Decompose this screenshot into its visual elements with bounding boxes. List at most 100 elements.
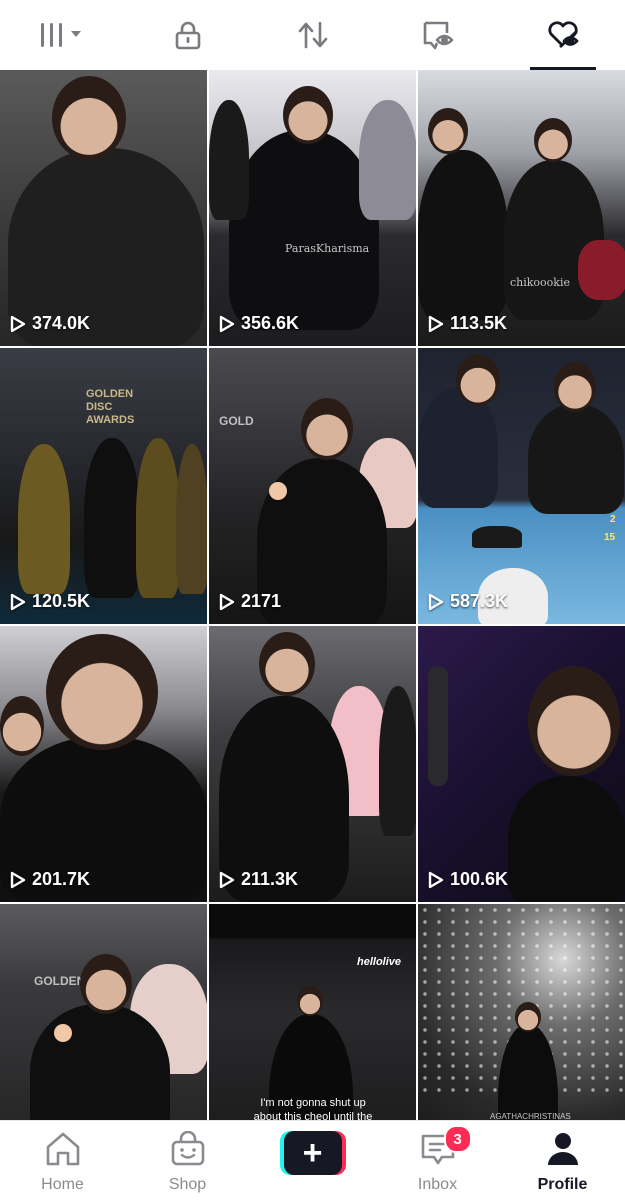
person-head (283, 86, 333, 144)
stage-sign: GOLDEN DISC AWARDS (86, 388, 135, 426)
play-icon (428, 315, 444, 332)
video-thumbnail[interactable]: AGATHACHRISTINAS (418, 904, 625, 1120)
play-icon (219, 315, 235, 332)
person-head (52, 76, 126, 160)
play-icon (219, 871, 235, 888)
person-silhouette (418, 150, 508, 320)
person-silhouette (176, 444, 207, 594)
create-button[interactable]: + (250, 1121, 375, 1201)
view-count: 2171 (219, 591, 281, 612)
person-head (0, 696, 44, 756)
view-count-text: 120.5K (32, 591, 91, 611)
video-thumbnail[interactable]: 2 15 587.3K (418, 348, 625, 624)
lightstick (269, 482, 287, 500)
video-thumbnail[interactable]: 211.3K (209, 626, 416, 902)
video-grid: 374.0K ParasKharisma 356.6K chikoookie 1… (0, 70, 625, 1120)
person-silhouette (379, 686, 416, 836)
person-head (456, 354, 500, 406)
video-thumbnail[interactable]: GOLDEN (0, 904, 207, 1120)
score-number: 2 (610, 514, 616, 525)
create-plus-icon: + (279, 1131, 346, 1175)
grid-icon (39, 21, 87, 49)
person-silhouette (84, 438, 140, 598)
tab-reposts[interactable] (250, 0, 375, 70)
video-thumbnail[interactable]: chikoookie 113.5K (418, 70, 625, 346)
person-head (80, 954, 132, 1014)
play-icon (10, 315, 26, 332)
view-count-text: 211.3K (241, 869, 299, 889)
person-silhouette (508, 776, 625, 902)
play-icon (428, 871, 444, 888)
tagged-eye-icon (421, 19, 455, 51)
watermark: chikoookie (510, 276, 570, 289)
hat (472, 526, 522, 548)
view-count-text: 201.7K (32, 869, 91, 889)
view-count-text: 587.3K (450, 591, 509, 611)
nav-home[interactable]: Home (0, 1121, 125, 1201)
stage-sign: GOLD (219, 414, 254, 428)
tab-videos[interactable] (0, 0, 125, 70)
view-count-text: 100.6K (450, 869, 509, 889)
nav-shop[interactable]: Shop (125, 1121, 250, 1201)
lock-icon (174, 20, 202, 50)
person-head (46, 634, 158, 750)
lightstick (54, 1024, 72, 1042)
person-head (528, 666, 620, 776)
video-thumbnail[interactable]: 100.6K (418, 626, 625, 902)
stage-sign: GOLDEN (34, 974, 86, 988)
home-icon (43, 1131, 83, 1172)
person-head (534, 118, 572, 162)
view-count: 201.7K (10, 869, 90, 890)
bottom-navigation: Home Shop + 3 Inbox Profile (0, 1120, 625, 1201)
video-thumbnail[interactable]: ParasKharisma 356.6K (209, 70, 416, 346)
person-head (259, 632, 315, 696)
profile-person-icon (543, 1131, 583, 1172)
play-icon (10, 871, 26, 888)
play-icon (428, 593, 444, 610)
view-count: 374.0K (10, 313, 90, 334)
repost-icon (296, 19, 330, 51)
view-count: 211.3K (219, 869, 298, 890)
liked-heart-icon (546, 19, 580, 51)
profile-tab-bar (0, 0, 625, 70)
view-count-text: 113.5K (450, 313, 508, 333)
tab-liked[interactable] (500, 0, 625, 70)
channel-logo: hellolive (357, 956, 402, 968)
video-thumbnail[interactable]: GOLDEN DISC AWARDS 120.5K (0, 348, 207, 624)
nav-inbox-label: Inbox (417, 1176, 458, 1193)
watermark: AGATHACHRISTINAS (490, 1112, 571, 1120)
tab-tagged[interactable] (375, 0, 500, 70)
video-thumbnail[interactable]: 374.0K (0, 70, 207, 346)
nav-shop-label: Shop (168, 1176, 207, 1193)
person-silhouette (229, 130, 379, 330)
view-count-text: 374.0K (32, 313, 91, 333)
person-head (301, 398, 353, 460)
score-number: 15 (604, 532, 616, 543)
view-count-text: 356.6K (241, 313, 300, 333)
person-silhouette (359, 100, 416, 220)
view-count: 100.6K (428, 869, 508, 890)
person-head (297, 986, 323, 1016)
nav-profile[interactable]: Profile (500, 1121, 625, 1201)
view-count: 356.6K (219, 313, 299, 334)
person-silhouette (578, 240, 625, 300)
tab-private[interactable] (125, 0, 250, 70)
shopping-bag-icon (168, 1130, 208, 1172)
video-caption: I'm not gonna shut up about this cheol u… (253, 1097, 373, 1120)
play-icon (10, 593, 26, 610)
video-thumbnail[interactable]: hellolive I'm not gonna shut up about th… (209, 904, 416, 1120)
person-silhouette (209, 100, 249, 220)
video-thumbnail[interactable]: 201.7K (0, 626, 207, 902)
nav-inbox[interactable]: 3 Inbox (375, 1121, 500, 1201)
nav-profile-label: Profile (537, 1176, 588, 1193)
person-head (515, 1002, 541, 1032)
person-silhouette (136, 438, 180, 598)
person-silhouette (528, 404, 624, 514)
video-thumbnail[interactable]: GOLD 2171 (209, 348, 416, 624)
play-icon (219, 593, 235, 610)
person-head (554, 362, 596, 412)
person-silhouette (18, 444, 70, 594)
view-count: 113.5K (428, 313, 507, 334)
person-head (428, 108, 468, 154)
inbox-badge: 3 (443, 1125, 472, 1153)
